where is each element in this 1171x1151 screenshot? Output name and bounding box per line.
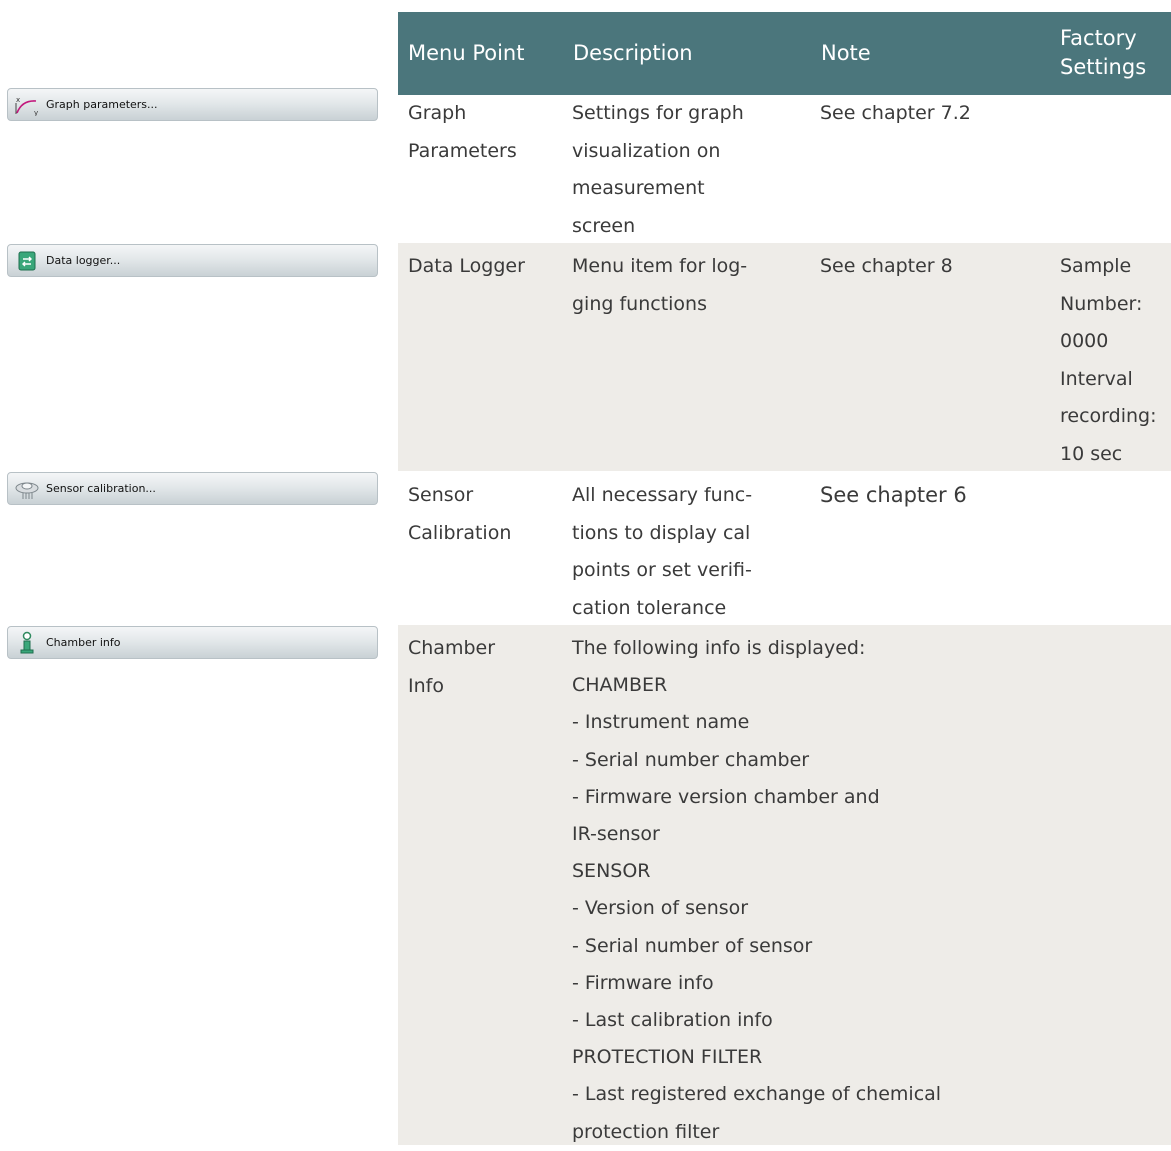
table-row-logger: Data Logger Menu item for log- ging func… <box>398 243 1171 471</box>
graph-xy-icon: x y <box>14 93 40 117</box>
header-menu-point: Menu Point <box>408 41 525 65</box>
table-header: Menu Point Description Note Factory Sett… <box>398 12 1171 95</box>
data-logger-button[interactable]: Data logger... <box>7 244 378 277</box>
graph-parameters-button[interactable]: x y Graph parameters... <box>7 88 378 121</box>
table-row-chamber: Chamber Info The following info is displ… <box>398 625 1171 1145</box>
logger-factory-settings: Sample Number: 0000 Interval recording: … <box>1060 255 1157 465</box>
header-factory-settings: Factory Settings <box>1060 26 1147 79</box>
graph-menu-point: Graph Parameters <box>408 102 517 162</box>
graph-note: See chapter 7.2 <box>820 102 971 124</box>
graph-description: Settings for graph visualization on meas… <box>572 102 744 237</box>
header-description: Description <box>573 41 693 65</box>
chamber-info-label: Chamber info <box>46 636 121 649</box>
graph-parameters-label: Graph parameters... <box>46 98 158 111</box>
table-row-calibration: Sensor Calibration All necessary func- t… <box>398 471 1171 625</box>
data-logger-icon <box>14 249 40 273</box>
info-icon <box>14 631 40 655</box>
calibration-menu-point: Sensor Calibration <box>408 484 512 544</box>
calibration-description: All necessary func- tions to display cal… <box>572 484 753 619</box>
sensor-icon <box>14 477 40 501</box>
chamber-menu-point: Chamber Info <box>408 637 496 697</box>
table-row-graph: Graph Parameters Settings for graph visu… <box>398 95 1171 243</box>
svg-text:x: x <box>16 96 20 104</box>
logger-note: See chapter 8 <box>820 255 953 277</box>
logger-menu-point: Data Logger <box>408 255 525 277</box>
calibration-note: See chapter 6 <box>820 483 967 507</box>
sensor-calibration-label: Sensor calibration... <box>46 482 156 495</box>
chamber-description: The following info is displayed: CHAMBER… <box>572 637 942 1143</box>
sensor-calibration-button[interactable]: Sensor calibration... <box>7 472 378 505</box>
logger-description: Menu item for log- ging functions <box>572 255 748 315</box>
data-logger-label: Data logger... <box>46 254 121 267</box>
chamber-info-button[interactable]: Chamber info <box>7 626 378 659</box>
svg-text:y: y <box>34 109 38 116</box>
header-note: Note <box>821 41 871 65</box>
